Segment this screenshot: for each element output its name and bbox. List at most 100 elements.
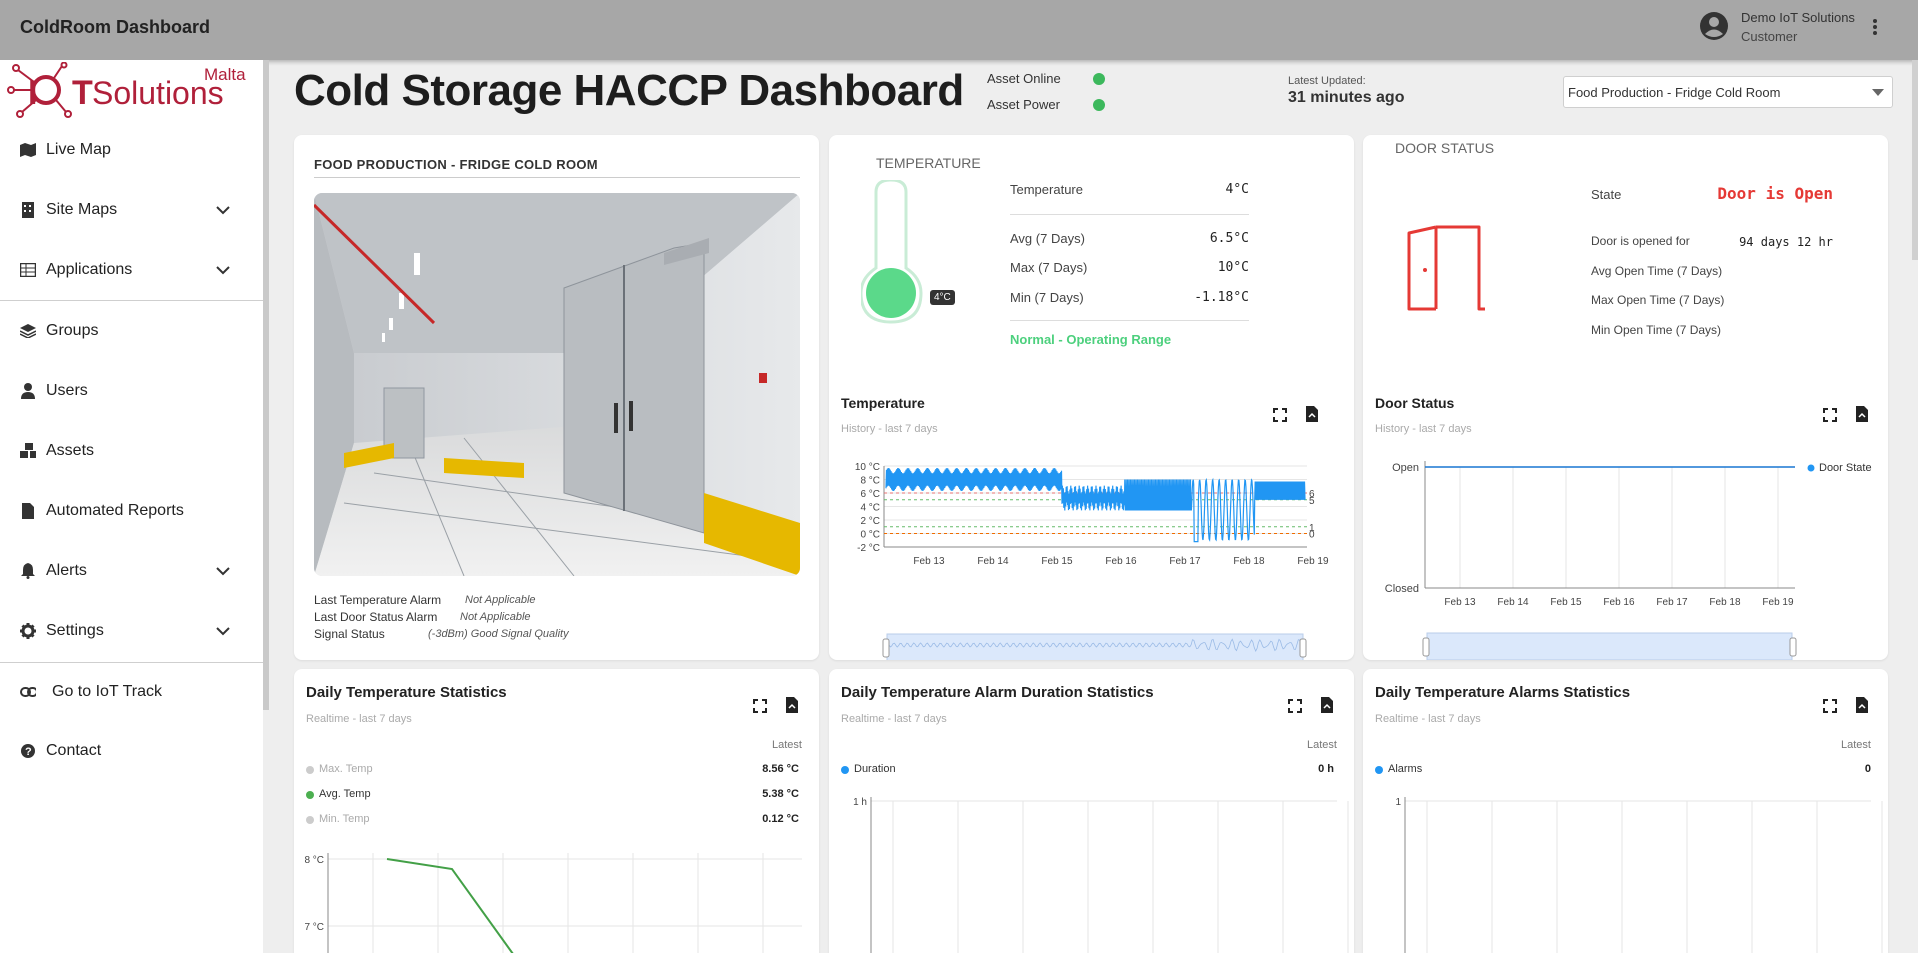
dropdown-arrow-icon — [1872, 89, 1884, 96]
legend-dot — [841, 766, 849, 774]
latest-header: Latest — [772, 739, 802, 751]
y-tick-label: 6 °C — [860, 489, 880, 500]
door-state-legend: Door State — [1819, 462, 1872, 474]
sidebar-item-contact[interactable]: ? Contact — [0, 729, 263, 773]
sidebar-item-users[interactable]: Users — [0, 369, 263, 413]
max-temp-legend[interactable]: Max. Temp — [319, 763, 373, 775]
user-role: Customer — [1741, 29, 1798, 44]
sidebar-item-label: Live Map — [46, 141, 111, 158]
avg-temp-value: 5.38 °C — [762, 788, 799, 800]
latest-updated-value: 31 minutes ago — [1288, 89, 1405, 106]
temperature-chart-title: Temperature — [841, 395, 925, 411]
avg-7d-label: Avg (7 Days) — [1010, 231, 1085, 246]
daily-temperature-chart[interactable]: 8 °C 7 °C — [294, 839, 819, 953]
fullscreen-icon[interactable] — [1822, 407, 1838, 423]
asset-online-indicator — [1093, 73, 1105, 85]
export-file-icon[interactable] — [1304, 406, 1320, 422]
user-name[interactable]: Demo IoT Solutions — [1741, 10, 1855, 25]
avg-temp-legend[interactable]: Avg. Temp — [319, 788, 371, 800]
export-file-icon[interactable] — [784, 697, 800, 713]
sidebar-item-assets[interactable]: Assets — [0, 429, 263, 473]
x-tick-label: Feb 17 — [1169, 556, 1201, 567]
alarms-chart[interactable]: 1 — [1363, 779, 1888, 953]
alarms-legend[interactable]: Alarms — [1388, 763, 1422, 775]
sidebar-item-site-maps[interactable]: Site Maps — [0, 188, 263, 232]
legend-dot — [1807, 464, 1815, 472]
top-bar: ColdRoom Dashboard Demo IoT Solutions Cu… — [0, 0, 1918, 60]
temperature-badge: 4°C — [930, 290, 955, 305]
y-tick-label: 0 °C — [860, 530, 880, 541]
x-tick-label: Feb 13 — [1444, 597, 1476, 608]
sidebar-item-automated-reports[interactable]: Automated Reports — [0, 489, 263, 533]
sidebar-item-label: Go to IoT Track — [52, 683, 162, 700]
fullscreen-icon[interactable] — [752, 698, 768, 714]
page-scrollbar[interactable] — [1912, 60, 1918, 260]
sidebar-item-settings[interactable]: Settings — [0, 609, 263, 653]
thermometer-icon — [861, 180, 923, 324]
x-tick-label: Feb 15 — [1550, 597, 1582, 608]
temperature-status: Normal - Operating Range — [1010, 332, 1172, 347]
sidebar-item-live-map[interactable]: Live Map — [0, 128, 263, 172]
max-open-time-label: Max Open Time (7 Days) — [1591, 293, 1725, 307]
app-title: ColdRoom Dashboard — [20, 17, 211, 37]
export-file-icon[interactable] — [1319, 697, 1335, 713]
x-tick-label: Feb 15 — [1041, 556, 1073, 567]
export-file-icon[interactable] — [1854, 406, 1870, 422]
sidebar-item-applications[interactable]: Applications — [0, 248, 263, 292]
navigator-handle-left — [1422, 637, 1430, 657]
y-tick-label: 10 °C — [855, 462, 880, 473]
y-tick-label: 8 °C — [860, 476, 880, 487]
door-history-chart[interactable]: Open Closed Feb 13 Feb 14 Feb 15 Feb 16 Feb 17… — [1363, 445, 1888, 660]
temperature-value: 4°C — [1225, 182, 1249, 197]
sidebar-divider — [0, 662, 263, 663]
duration-legend[interactable]: Duration — [854, 763, 896, 775]
range-navigator — [1426, 632, 1793, 660]
y-tick-label: 8 °C — [304, 855, 324, 866]
range-navigator — [886, 633, 1304, 660]
y-tick-label: -2 °C — [857, 543, 880, 554]
fullscreen-icon[interactable] — [1287, 698, 1303, 714]
sidebar-item-label: Applications — [46, 261, 133, 278]
sidebar-item-label: Contact — [46, 742, 102, 759]
alarms-stats-title: Daily Temperature Alarms Statistics — [1375, 684, 1631, 701]
signal-status-value: (-3dBm) Good Signal Quality — [428, 628, 569, 640]
temperature-chart-subtitle: History - last 7 days — [841, 423, 938, 435]
chevron-down-icon[interactable] — [215, 202, 231, 218]
chevron-down-icon[interactable] — [215, 623, 231, 639]
chevron-down-icon[interactable] — [215, 563, 231, 579]
more-menu-icon[interactable] — [1868, 17, 1882, 39]
fullscreen-icon[interactable] — [1272, 407, 1288, 423]
door-state-label: State — [1591, 187, 1622, 202]
export-file-icon[interactable] — [1854, 697, 1870, 713]
temperature-history-chart[interactable]: 10 °C 8 °C 6 °C 4 °C 2 °C 0 °C -2 °C Feb 13 Feb … — [829, 455, 1354, 660]
file-icon — [20, 503, 36, 519]
asset-select-value: Food Production - Fridge Cold Room — [1568, 85, 1781, 100]
fullscreen-icon[interactable] — [1822, 698, 1838, 714]
account-circle-icon[interactable] — [1699, 11, 1729, 41]
alarms-value: 0 — [1864, 763, 1871, 775]
latest-header: Latest — [1841, 739, 1871, 751]
sidebar-item-label: Site Maps — [46, 201, 118, 218]
sidebar-scrollbar[interactable] — [263, 60, 269, 710]
svg-text:Malta: Malta — [204, 65, 246, 84]
user-icon — [20, 383, 36, 399]
daily-temperature-statistics-card: Daily Temperature Statistics Realtime - … — [294, 669, 819, 953]
navigator-handle-left — [882, 638, 890, 658]
alarm-duration-chart[interactable]: 1 h — [829, 779, 1354, 953]
chevron-down-icon[interactable] — [215, 262, 231, 278]
alarms-statistics-card: Daily Temperature Alarms Statistics Real… — [1363, 669, 1888, 953]
sidebar-item-go-to-iot-track[interactable]: Go to IoT Track — [0, 670, 263, 714]
room-title: FOOD PRODUCTION - FRIDGE COLD ROOM — [314, 157, 598, 172]
sidebar-item-label: Assets — [46, 442, 95, 459]
navigator-handle-right — [1299, 638, 1307, 658]
asset-select[interactable]: Food Production - Fridge Cold Room — [1563, 76, 1893, 108]
sidebar-item-label: Users — [46, 382, 88, 399]
x-tick-label: Feb 14 — [977, 556, 1009, 567]
sidebar-item-alerts[interactable]: Alerts — [0, 549, 263, 593]
help-circle-icon: ? — [20, 743, 36, 759]
title-underline — [314, 177, 800, 178]
min-7d-value: -1.18°C — [1194, 290, 1249, 305]
sidebar-item-groups[interactable]: Groups — [0, 309, 263, 353]
x-tick-label: Feb 17 — [1656, 597, 1688, 608]
min-temp-legend[interactable]: Min. Temp — [319, 813, 370, 825]
